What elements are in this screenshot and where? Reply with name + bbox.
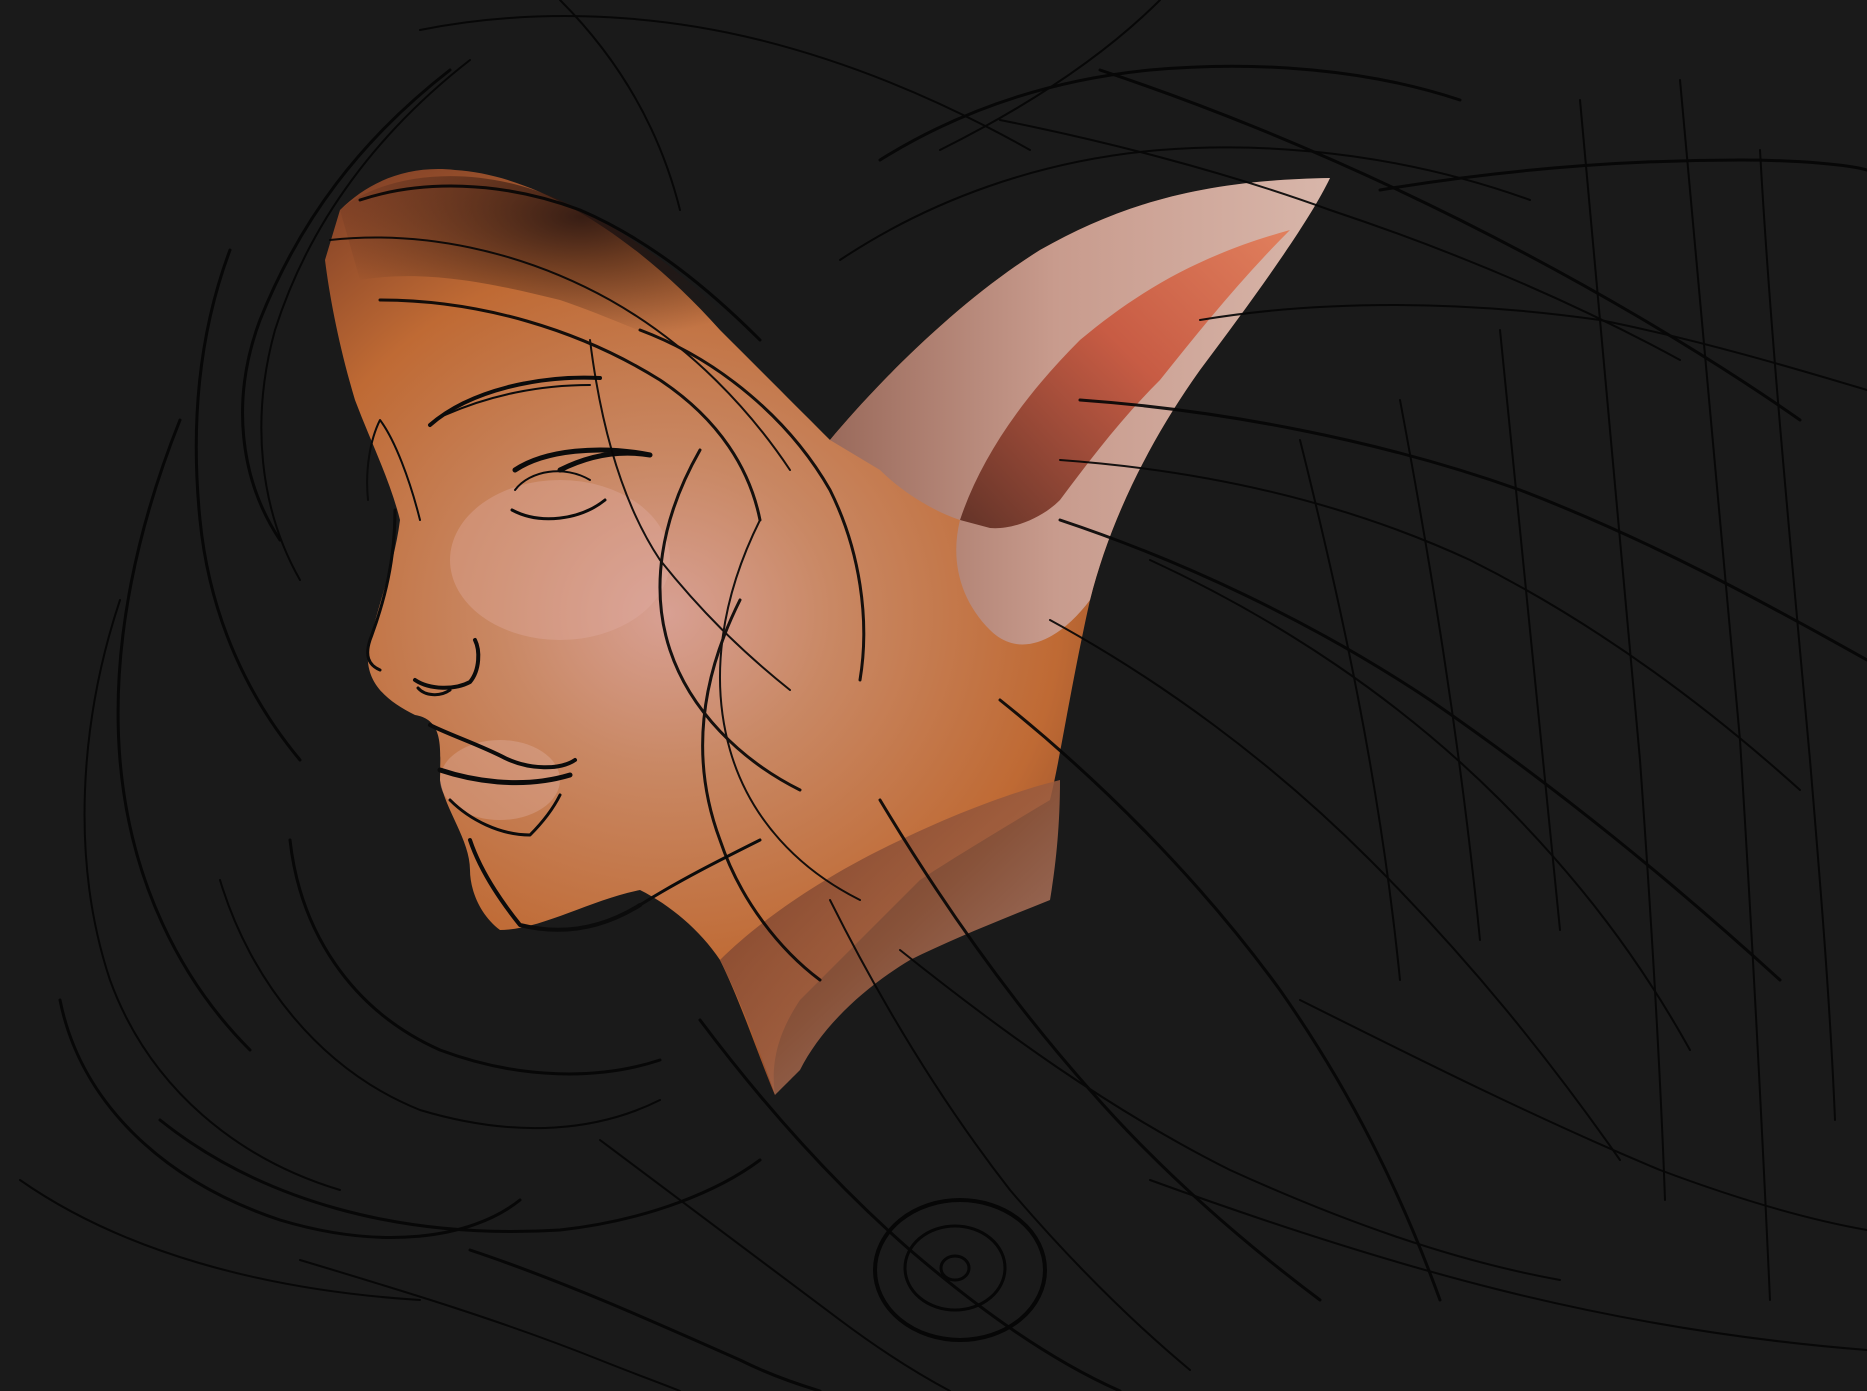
cheek-highlight xyxy=(450,480,670,640)
drawing-canvas[interactable] xyxy=(0,0,1867,1391)
elf-portrait-illustration xyxy=(0,0,1867,1391)
